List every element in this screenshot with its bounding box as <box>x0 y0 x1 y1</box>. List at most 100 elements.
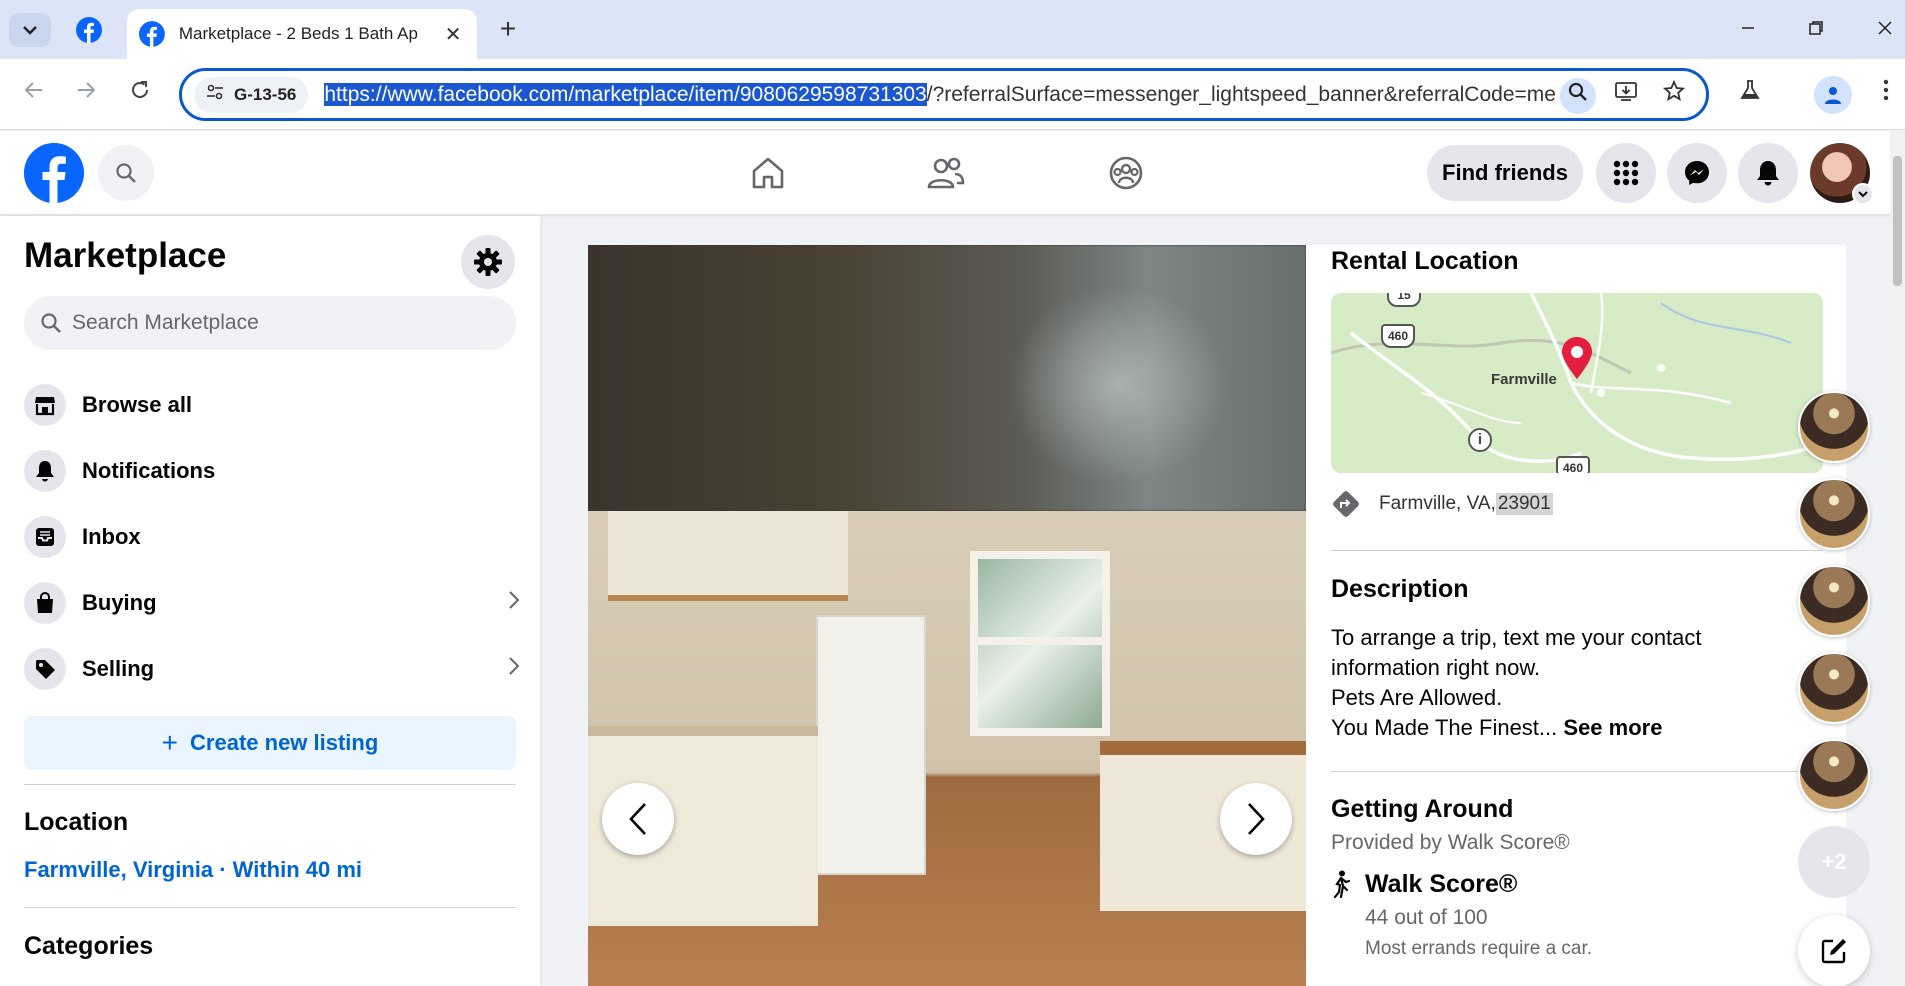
previous-photo-button[interactable] <box>602 783 674 855</box>
bookmark-star-icon[interactable] <box>1656 78 1692 114</box>
reload-icon[interactable] <box>122 76 158 112</box>
marketplace-title: Marketplace <box>24 236 227 275</box>
messenger-button[interactable] <box>1667 143 1727 203</box>
facebook-search-button[interactable] <box>98 145 154 201</box>
tab-search-dropdown[interactable] <box>9 13 51 47</box>
rental-location-map[interactable]: 460 460 15 Farmville <box>1331 293 1823 473</box>
more-chats-button[interactable]: +2 <box>1798 826 1870 898</box>
site-info-chip[interactable]: G-13-56 <box>194 76 309 113</box>
tune-icon <box>206 84 224 105</box>
route-shield-460-south: 460 <box>1556 456 1590 473</box>
categories-heading: Categories <box>24 932 154 960</box>
sidebar-divider <box>24 784 516 785</box>
site-info-label: G-13-56 <box>234 84 297 104</box>
browser-tab-bar: Marketplace - 2 Beds 1 Bath Ap ✕ + <box>0 0 1905 59</box>
notifications-button[interactable] <box>1738 143 1798 203</box>
marketplace-sidebar: Marketplace Browse all Notifications Inb… <box>0 216 540 986</box>
sidebar-item-inbox[interactable]: Inbox <box>24 508 524 566</box>
see-more-link[interactable]: See more <box>1563 715 1662 740</box>
refrigerator <box>816 615 926 875</box>
facebook-logo-icon[interactable] <box>24 143 84 203</box>
sidebar-item-label: Buying <box>82 590 157 615</box>
details-divider <box>1331 771 1823 772</box>
chat-head[interactable] <box>1798 478 1870 550</box>
sidebar-item-label: Browse all <box>82 392 193 417</box>
back-icon[interactable] <box>16 76 52 112</box>
profile-icon[interactable] <box>1814 76 1852 114</box>
search-lens-icon[interactable] <box>1560 78 1596 114</box>
nav-groups[interactable] <box>1070 141 1182 205</box>
marketplace-search-input[interactable] <box>72 311 492 335</box>
sidebar-item-label: Notifications <box>82 458 216 483</box>
walk-score-provider: Provided by Walk Score® <box>1331 831 1570 854</box>
url-text[interactable]: https://www.facebook.com/marketplace/ite… <box>324 82 1557 107</box>
price-tag-icon <box>24 648 66 690</box>
chat-head[interactable] <box>1798 565 1870 637</box>
location-heading: Location <box>24 808 129 836</box>
url-rest: /?referralSurface=messenger_lightspeed_b… <box>926 82 1557 106</box>
address-bar[interactable]: G-13-56 https://www.facebook.com/marketp… <box>179 68 1709 121</box>
chat-head[interactable] <box>1798 739 1870 811</box>
nav-home[interactable] <box>712 141 824 205</box>
chevron-left-icon <box>629 803 646 835</box>
sidebar-item-notifications[interactable]: Notifications <box>24 442 524 500</box>
page-scrollbar-thumb[interactable] <box>1893 156 1902 286</box>
find-friends-button[interactable]: Find friends <box>1427 145 1583 201</box>
inbox-icon <box>24 516 66 558</box>
next-photo-button[interactable] <box>1220 783 1292 855</box>
new-message-button[interactable] <box>1798 915 1870 986</box>
map-info-icon[interactable]: i <box>1468 428 1492 452</box>
description-line: information right now. <box>1331 655 1541 680</box>
facebook-favicon-icon <box>76 17 102 43</box>
rental-location-heading: Rental Location <box>1331 247 1519 275</box>
details-divider <box>1331 550 1823 551</box>
marketplace-settings-button[interactable] <box>461 235 515 289</box>
walk-score-value: 44 out of 100 <box>1365 906 1488 929</box>
minimize-icon[interactable] <box>1725 12 1771 48</box>
chevron-right-icon <box>508 589 520 617</box>
storefront-icon <box>24 384 66 426</box>
gear-icon <box>474 248 502 276</box>
route-shield-460: 460 <box>1381 324 1415 348</box>
kitchen-window <box>970 551 1110 736</box>
address-zip: 23901 <box>1495 493 1553 515</box>
address-row: Farmville, VA, 23901 <box>1331 489 1553 519</box>
marketplace-search[interactable] <box>24 296 516 350</box>
nav-friends[interactable] <box>890 141 1002 205</box>
photo-blurred-backdrop <box>588 245 1306 511</box>
shopping-bag-icon <box>24 582 66 624</box>
restore-icon[interactable] <box>1793 12 1839 48</box>
browser-toolbar: G-13-56 https://www.facebook.com/marketp… <box>0 59 1905 130</box>
tab-facebook-pinned[interactable] <box>67 10 111 50</box>
sidebar-item-buying[interactable]: Buying <box>24 574 524 632</box>
close-window-icon[interactable] <box>1862 12 1905 48</box>
address-text: Farmville, VA, <box>1379 493 1496 514</box>
close-tab-icon[interactable]: ✕ <box>441 22 465 47</box>
location-filter-link[interactable]: Farmville, Virginia · Within 40 mi <box>24 857 362 883</box>
forward-icon[interactable] <box>68 76 104 112</box>
labs-flask-icon[interactable] <box>1732 76 1768 112</box>
sidebar-item-browse-all[interactable]: Browse all <box>24 376 524 434</box>
bell-icon <box>1757 161 1779 186</box>
description-line: Pets Are Allowed. <box>1331 685 1503 710</box>
chat-head[interactable] <box>1798 652 1870 724</box>
map-roads <box>1331 293 1823 473</box>
bell-icon <box>24 450 66 492</box>
chevron-down-icon <box>23 26 37 35</box>
facebook-top-nav: Find friends <box>0 131 1890 215</box>
search-icon <box>116 163 136 183</box>
chat-head[interactable] <box>1798 391 1870 463</box>
page-scrollbar[interactable] <box>1890 131 1905 986</box>
tab-marketplace[interactable]: Marketplace - 2 Beds 1 Bath Ap ✕ <box>127 9 477 59</box>
create-new-listing-button[interactable]: + Create new listing <box>24 716 516 770</box>
menu-grid-button[interactable] <box>1596 143 1656 203</box>
url-selected: https://www.facebook.com/marketplace/ite… <box>324 82 927 106</box>
new-tab-button[interactable]: + <box>490 12 526 48</box>
listing-photo[interactable] <box>588 245 1306 986</box>
upper-cabinets <box>608 511 848 601</box>
sidebar-item-selling[interactable]: Selling <box>24 640 524 698</box>
menu-kebab-icon[interactable] <box>1868 76 1904 112</box>
walk-score-title: Walk Score® <box>1365 870 1518 898</box>
install-app-icon[interactable] <box>1608 78 1644 114</box>
account-caret-icon[interactable] <box>1852 183 1874 205</box>
